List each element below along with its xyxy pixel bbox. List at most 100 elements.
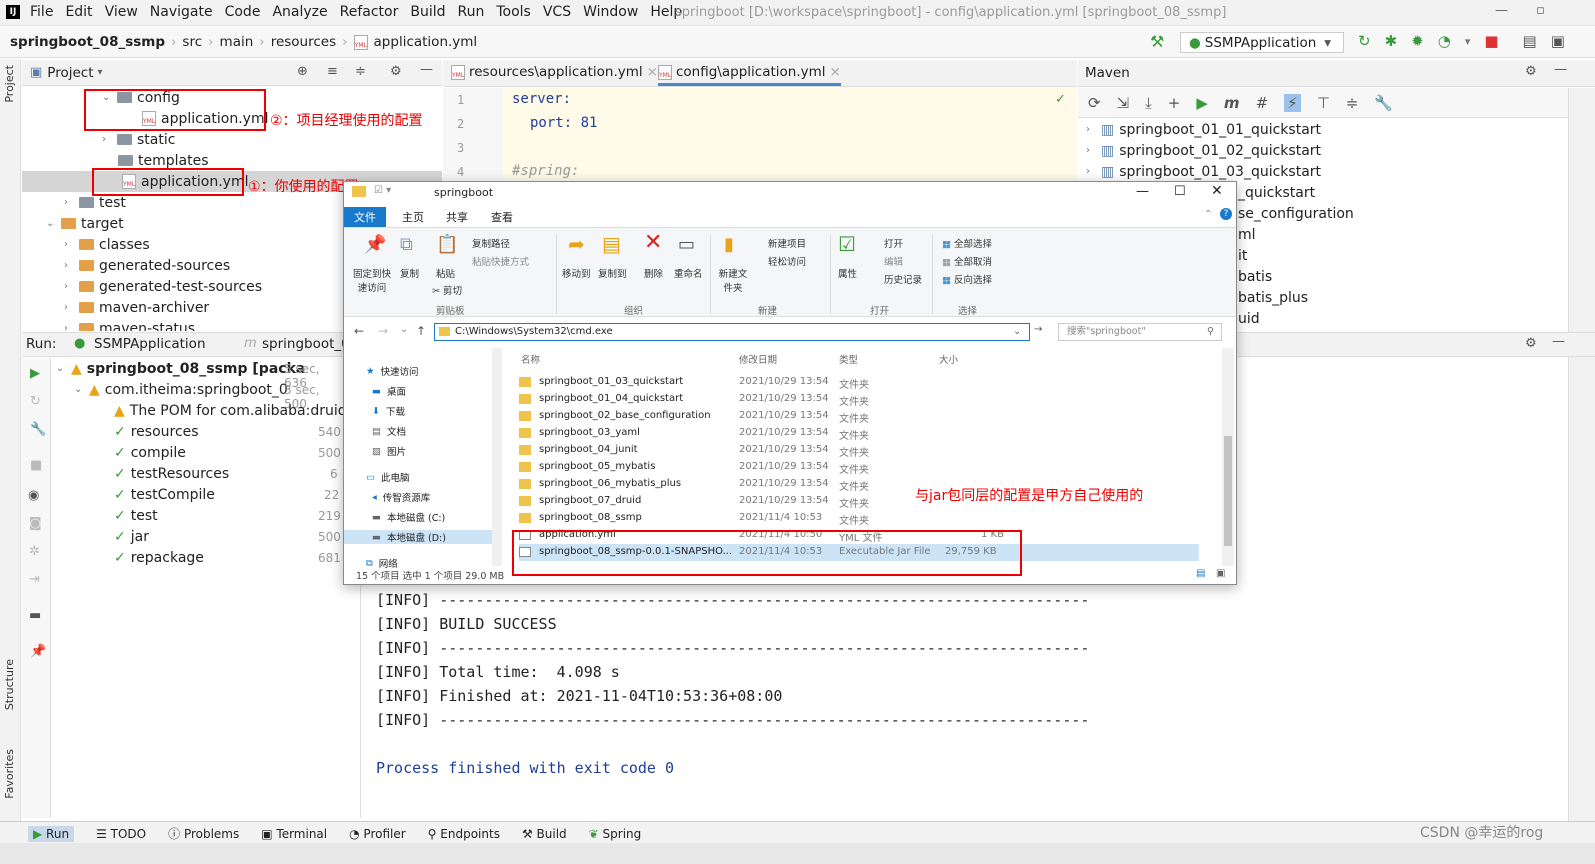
tree-item-maven-archiver[interactable]: › maven-archiver	[64, 297, 209, 318]
maven-project-item[interactable]: › ▥ springboot_01_03_quickstart	[1086, 161, 1321, 182]
skip-tests-icon[interactable]: ⚡	[1284, 93, 1301, 112]
new-item-button[interactable]: 新建项目	[768, 236, 806, 250]
stop-icon[interactable]: ■	[30, 458, 42, 473]
exit-icon[interactable]: ⇥	[29, 572, 40, 587]
nav-desktop[interactable]: ▬ 桌面	[372, 384, 406, 399]
problems-tool-button[interactable]: ⓘ Problems	[168, 825, 239, 842]
hide-icon[interactable]: —	[1552, 334, 1565, 349]
cut-button[interactable]: ✂ 剪切	[432, 283, 462, 297]
menu-file[interactable]: File	[30, 4, 53, 20]
tab-share[interactable]: 共享	[446, 209, 468, 225]
maven-project-item[interactable]: _quickstart	[1238, 182, 1315, 203]
project-structure-icon[interactable]: ▤	[1523, 32, 1537, 50]
back-icon[interactable]: ←	[354, 324, 364, 338]
maven-project-item[interactable]: se_configuration	[1238, 203, 1354, 224]
camera-icon[interactable]: ◙	[29, 516, 42, 531]
file-list-scrollbar[interactable]	[1222, 348, 1234, 566]
tab-resources-application[interactable]: YML resources\application.yml ×	[451, 64, 658, 80]
search-input[interactable]: 搜索"springboot" ⚲	[1058, 323, 1222, 341]
locate-icon[interactable]: ⊕	[297, 64, 308, 79]
copy-to-button[interactable]: 复制到	[598, 266, 627, 280]
copy-path-button[interactable]: 复制路径	[472, 236, 510, 250]
address-bar[interactable]: C:\Windows\System32\cmd.exe ⌄	[434, 323, 1030, 341]
file-row[interactable]: springboot_01_04_quickstart 2021/10/29 13…	[519, 391, 1199, 408]
pin-icon[interactable]: 📌	[30, 644, 46, 659]
collapse-all-icon[interactable]: ≑	[355, 64, 366, 79]
hide-icon[interactable]: —	[1554, 62, 1567, 77]
restore-icon[interactable]: ▫	[1536, 3, 1545, 18]
up-icon[interactable]: ↑	[416, 324, 426, 338]
file-row[interactable]: springboot_03_yaml 2021/10/29 13:54 文件夹	[519, 425, 1199, 442]
column-header-size[interactable]: 大小	[939, 352, 958, 366]
easy-access-button[interactable]: 轻松访问	[768, 254, 806, 268]
rerun-icon[interactable]: ▶	[30, 366, 40, 381]
nav-drive-c[interactable]: ▬ 本地磁盘 (C:)	[372, 510, 445, 525]
pin-quick-access-button[interactable]: 固定到快速访问	[350, 266, 394, 294]
build-tree-step[interactable]: ✓ resources	[114, 421, 199, 442]
console-output[interactable]: [INFO] ---------------------------------…	[362, 586, 1542, 818]
column-header-date[interactable]: 修改日期	[739, 352, 777, 366]
gear-icon[interactable]: ⚙	[1525, 64, 1537, 79]
maven-project-item[interactable]: › ▥ springboot_01_02_quickstart	[1086, 140, 1321, 161]
details-view-icon[interactable]: ▤	[1196, 568, 1205, 579]
breadcrumb-resources[interactable]: resources	[271, 34, 336, 50]
terminal-tool-button[interactable]: ▣ Terminal	[261, 827, 327, 841]
coverage-icon[interactable]: ✹	[1411, 32, 1424, 50]
delete-button[interactable]: 删除	[644, 266, 663, 280]
file-row[interactable]: springboot_08_ssmp 2021/11/4 10:53 文件夹	[519, 510, 1199, 527]
move-to-button[interactable]: 移动到	[562, 266, 591, 280]
maven-project-item[interactable]: › ▥ springboot_01_01_quickstart	[1086, 119, 1321, 140]
menu-run[interactable]: Run	[458, 4, 485, 20]
nav-pictures[interactable]: ▧ 图片	[372, 444, 406, 459]
build-tree-step[interactable]: ✓ test	[114, 505, 158, 526]
project-panel-title[interactable]: Project	[47, 65, 93, 81]
build-tree-step[interactable]: ✓ compile	[114, 442, 186, 463]
build-tree-step[interactable]: ✓ jar	[114, 526, 149, 547]
maven-project-item[interactable]: ml	[1238, 224, 1256, 245]
build-tree-step[interactable]: ✓ repackage	[114, 547, 204, 568]
tab-config-application[interactable]: YML config\application.yml ×	[658, 64, 841, 86]
menu-vcs[interactable]: VCS	[543, 4, 571, 20]
minimize-icon[interactable]: —	[1495, 3, 1508, 18]
maven-project-item[interactable]: batis_plus	[1238, 287, 1308, 308]
debug-icon[interactable]: ✱	[1385, 32, 1398, 50]
stop-icon[interactable]: ■	[1484, 32, 1498, 50]
breadcrumb-main[interactable]: main	[220, 34, 254, 50]
rerun-icon[interactable]: ↻	[1358, 32, 1371, 50]
menu-navigate[interactable]: Navigate	[150, 4, 213, 20]
chevron-down-icon[interactable]: ▾	[1465, 35, 1471, 48]
select-all-button[interactable]: ▦ 全部选择	[942, 236, 992, 250]
nav-this-pc[interactable]: ▭ 此电脑	[366, 470, 410, 485]
menu-tools[interactable]: Tools	[496, 4, 531, 20]
layout-icon[interactable]: ▬	[29, 608, 41, 623]
menu-build[interactable]: Build	[410, 4, 445, 20]
expand-all-icon[interactable]: ≡	[327, 64, 338, 79]
file-row[interactable]: springboot_01_03_quickstart 2021/10/29 13…	[519, 374, 1199, 391]
nav-quick-access[interactable]: ★ 快速访问	[366, 364, 419, 379]
menu-edit[interactable]: Edit	[65, 4, 92, 20]
scrollbar-thumb[interactable]	[1224, 436, 1232, 546]
profiler-tool-button[interactable]: ◔ Profiler	[349, 827, 406, 841]
tree-item-maven-status[interactable]: › maven-status	[64, 318, 195, 331]
tab-file[interactable]: 文件	[344, 207, 386, 227]
reload-icon[interactable]: ⟳	[1088, 94, 1101, 112]
breadcrumb-project[interactable]: springboot_08_ssmp	[10, 34, 165, 50]
collapse-all-icon[interactable]: ≑	[1346, 94, 1359, 112]
close-icon[interactable]: ✕	[1211, 183, 1223, 199]
column-header-name[interactable]: 名称	[521, 352, 540, 366]
endpoints-tool-button[interactable]: ⚲ Endpoints	[428, 827, 500, 841]
maven-project-item[interactable]: it	[1238, 245, 1247, 266]
select-none-button[interactable]: ▦ 全部取消	[942, 254, 992, 268]
maven-project-item[interactable]: uid	[1238, 308, 1260, 329]
nav-downloads[interactable]: ⬇ 下载	[372, 404, 405, 419]
file-row[interactable]: springboot_05_mybatis 2021/10/29 13:54 文件夹	[519, 459, 1199, 476]
menu-code[interactable]: Code	[225, 4, 261, 20]
minimize-icon[interactable]: —	[1136, 184, 1149, 199]
eye-icon[interactable]: ◉	[28, 488, 39, 503]
go-arrow-icon[interactable]: →	[1034, 324, 1042, 335]
hammer-build-icon[interactable]: ⚒	[1150, 32, 1164, 51]
layout-icon[interactable]: ▣	[1551, 32, 1565, 50]
copy-button[interactable]: 复制	[400, 266, 419, 280]
run-tab-maven[interactable]: springboot_0	[262, 336, 350, 352]
chevron-down-icon[interactable]: ⌄	[400, 324, 408, 335]
